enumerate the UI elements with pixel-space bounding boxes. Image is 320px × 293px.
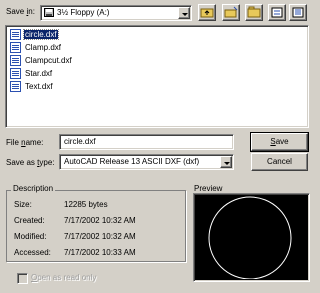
save-in-label: Save in:	[6, 7, 35, 16]
dxf-file-icon	[10, 41, 21, 53]
up-one-level-button[interactable]	[198, 4, 216, 21]
list-item[interactable]: Clamp.dxf	[10, 41, 62, 53]
view-menu-button[interactable]	[245, 4, 263, 21]
modified-value: 7/17/2002 10:32 AM	[64, 232, 136, 241]
save-as-type-dropdown[interactable]: AutoCAD Release 13 ASCII DXF (dxf)	[59, 154, 234, 170]
description-title: Description	[11, 184, 56, 193]
created-value: 7/17/2002 10:32 AM	[64, 216, 136, 225]
open-read-only-label: Open as read only	[31, 273, 97, 282]
floppy-drive-icon	[44, 8, 54, 17]
details-view-button[interactable]	[289, 4, 307, 21]
circle-drawing-preview	[208, 196, 292, 280]
file-name-label: File name:	[6, 138, 44, 147]
save-button[interactable]: Save	[250, 132, 309, 152]
list-view-icon	[271, 7, 283, 18]
list-item[interactable]: Clampcut.dxf	[10, 54, 73, 66]
file-list[interactable]: circle.dxf Clamp.dxf Clampcut.dxf Star.d…	[5, 25, 309, 128]
cancel-button[interactable]: Cancel	[251, 153, 308, 171]
details-view-icon	[292, 7, 304, 18]
accessed-value: 7/17/2002 10:33 AM	[64, 248, 136, 257]
size-label: Size:	[14, 200, 32, 209]
file-name-input[interactable]: circle.dxf	[59, 134, 234, 150]
list-item[interactable]: Star.dxf	[10, 67, 53, 79]
save-as-type-label: Save as type:	[6, 158, 55, 167]
save-in-dropdown[interactable]: 3½ Floppy (A:)	[40, 5, 192, 21]
save-as-type-dropdown-button[interactable]	[220, 156, 232, 168]
new-folder-icon	[224, 6, 238, 18]
dxf-file-icon	[10, 67, 21, 79]
up-folder-icon	[200, 8, 214, 18]
list-item[interactable]: Text.dxf	[10, 80, 54, 92]
save-in-dropdown-button[interactable]	[178, 7, 190, 19]
preview-pane	[193, 193, 310, 282]
created-label: Created:	[14, 216, 45, 225]
dxf-file-icon	[10, 28, 21, 40]
size-value: 12285 bytes	[64, 200, 108, 209]
preview-title: Preview	[194, 184, 223, 193]
list-view-button[interactable]	[268, 4, 286, 21]
open-read-only-checkbox[interactable]	[17, 273, 28, 284]
dxf-file-icon	[10, 80, 21, 92]
save-in-value: 3½ Floppy (A:)	[57, 8, 110, 17]
accessed-label: Accessed:	[14, 248, 51, 257]
folder-icon	[247, 6, 261, 18]
create-new-folder-button[interactable]	[222, 4, 240, 21]
modified-label: Modified:	[14, 232, 47, 241]
list-item[interactable]: circle.dxf	[10, 28, 59, 40]
dxf-file-icon	[10, 54, 21, 66]
